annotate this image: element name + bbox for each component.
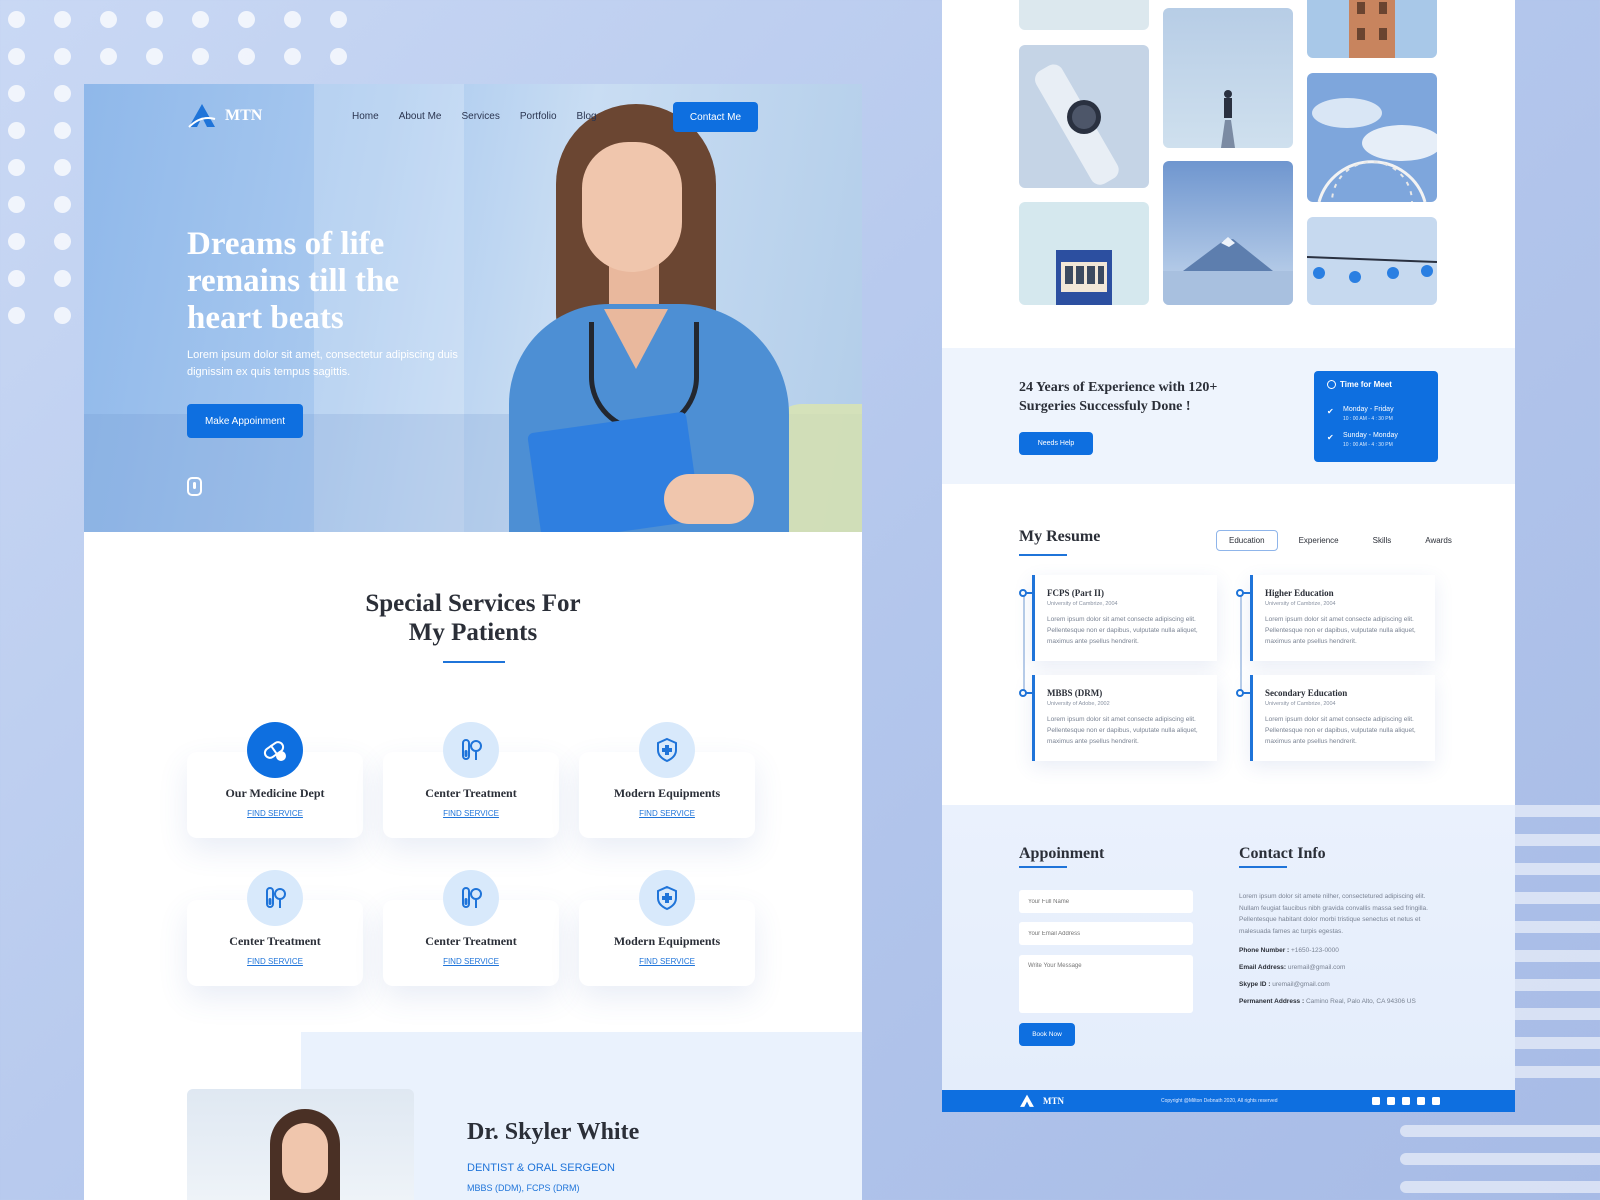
title-underline [1019, 554, 1067, 556]
test-tubes-icon [247, 870, 303, 926]
service-title: Our Medicine Dept [225, 786, 325, 800]
tab-education[interactable]: Education [1216, 530, 1278, 551]
gallery-image[interactable] [1307, 0, 1437, 58]
nav-item-about[interactable]: About Me [399, 111, 442, 122]
doctor-name: Dr. Skyler White [467, 1119, 640, 1145]
contact-address: Permanent Address : Camino Real, Palo Al… [1239, 998, 1416, 1005]
title-underline [443, 661, 505, 663]
resume-tabs: Education Experience Skills Awards [1216, 530, 1465, 551]
brand-logo[interactable]: MTN [187, 103, 262, 129]
appointment-title: Appoinment [1019, 845, 1105, 862]
gallery-image[interactable] [1019, 202, 1149, 305]
gallery-image[interactable] [1307, 73, 1437, 202]
tab-skills[interactable]: Skills [1360, 530, 1405, 551]
resume-entry: FCPS (Part II) University of Cambrize, 2… [1032, 575, 1217, 661]
book-now-button[interactable]: Book Now [1019, 1023, 1075, 1046]
check-icon: ✔ [1327, 433, 1334, 442]
logo-icon [1019, 1094, 1035, 1108]
schedule-box: Time for Meet ✔ Monday - Friday 10 : 00 … [1314, 371, 1438, 462]
experience-title: 24 Years of Experience with 120+ Surgeri… [1019, 380, 1218, 414]
footer-logo[interactable]: MTN [1019, 1094, 1064, 1108]
nav-item-services[interactable]: Services [462, 111, 500, 122]
gallery-image[interactable] [1163, 161, 1293, 305]
pills-icon [247, 722, 303, 778]
gallery-image[interactable] [1163, 8, 1293, 148]
contact-skype: Skype ID : uremail@gmail.com [1239, 981, 1330, 988]
find-service-link[interactable]: FIND SERVICE [579, 809, 755, 818]
instagram-icon[interactable] [1402, 1097, 1410, 1105]
needs-help-button[interactable]: Needs Help [1019, 432, 1093, 455]
service-title: Modern Equipments [613, 934, 721, 948]
facebook-icon[interactable] [1372, 1097, 1380, 1105]
footer: MTN Copyright @Milton Debnath 2020, All … [942, 1090, 1515, 1112]
service-title: Center Treatment [425, 934, 517, 948]
doctor-portrait [187, 1089, 414, 1200]
vimeo-icon[interactable] [1432, 1097, 1440, 1105]
title-underline [1019, 866, 1067, 868]
test-tubes-icon [443, 870, 499, 926]
tab-awards[interactable]: Awards [1412, 530, 1465, 551]
contact-title: Contact Info [1239, 845, 1326, 862]
contact-me-button[interactable]: Contact Me [673, 102, 758, 132]
copyright-text: Copyright @Milton Debnath 2020, All righ… [1161, 1098, 1278, 1104]
contact-description: Lorem ipsum dolor sit amete nilher, cons… [1239, 893, 1428, 935]
nav-item-portfolio[interactable]: Portfolio [520, 111, 557, 122]
tab-experience[interactable]: Experience [1286, 530, 1352, 551]
social-links [1372, 1097, 1440, 1105]
full-name-field[interactable] [1019, 890, 1193, 913]
nav-item-blog[interactable]: Blog [577, 111, 597, 122]
resume-title: My Resume [1019, 528, 1101, 545]
logo-icon [187, 103, 217, 129]
hero-subtitle: Lorem ipsum dolor sit amet, consectetur … [187, 349, 458, 378]
hero-title: Dreams of life remains till the heart be… [187, 226, 400, 336]
check-icon: ✔ [1327, 407, 1334, 416]
contact-email: Email Address: uremail@gmail.com [1239, 964, 1346, 971]
scroll-mouse-icon[interactable] [187, 477, 202, 496]
doctor-degrees: MBBS (DDM), FCPS (DRM) [467, 1183, 580, 1193]
contact-phone: Phone Number : +1650-123-0000 [1239, 947, 1339, 954]
shield-plus-icon [639, 722, 695, 778]
test-tubes-icon [443, 722, 499, 778]
clock-icon [1327, 380, 1336, 389]
resume-entry: MBBS (DRM) University of Adobe, 2002 Lor… [1032, 675, 1217, 761]
hero-doctor-image [464, 104, 824, 532]
service-title: Center Treatment [425, 786, 517, 800]
make-appointment-button[interactable]: Make Appoinment [187, 404, 303, 438]
landing-page-right: 24 Years of Experience with 120+ Surgeri… [942, 0, 1515, 1112]
bg-stripe-pattern-bottom [1400, 1125, 1600, 1200]
shield-plus-icon [639, 870, 695, 926]
resume-entry: Higher Education University of Cambrize,… [1250, 575, 1435, 661]
landing-page-left: MTN Home About Me Services Portfolio Blo… [84, 84, 862, 1200]
hero-section: MTN Home About Me Services Portfolio Blo… [84, 84, 862, 532]
find-service-link[interactable]: FIND SERVICE [187, 809, 363, 818]
title-underline [1239, 866, 1287, 868]
doctor-role: DENTIST & ORAL SERGEON [467, 1162, 615, 1174]
gallery-image[interactable] [1019, 0, 1149, 30]
find-service-link[interactable]: FIND SERVICE [383, 809, 559, 818]
brand-name: MTN [225, 107, 263, 124]
find-service-link[interactable]: FIND SERVICE [187, 957, 363, 966]
service-title: Modern Equipments [613, 786, 721, 800]
linkedin-icon[interactable] [1417, 1097, 1425, 1105]
find-service-link[interactable]: FIND SERVICE [579, 957, 755, 966]
twitter-icon[interactable] [1387, 1097, 1395, 1105]
main-nav: Home About Me Services Portfolio Blog [352, 111, 597, 122]
gallery-image[interactable] [1019, 45, 1149, 188]
find-service-link[interactable]: FIND SERVICE [383, 957, 559, 966]
resume-entry: Secondary Education University of Cambri… [1250, 675, 1435, 761]
bg-stripe-pattern [1500, 805, 1600, 1135]
services-title: Special Services For My Patients [365, 590, 581, 646]
service-title: Center Treatment [229, 934, 321, 948]
nav-item-home[interactable]: Home [352, 111, 379, 122]
schedule-title: Time for Meet [1340, 380, 1392, 389]
message-field[interactable] [1019, 955, 1193, 1013]
email-field[interactable] [1019, 922, 1193, 945]
gallery-image[interactable] [1307, 217, 1437, 305]
